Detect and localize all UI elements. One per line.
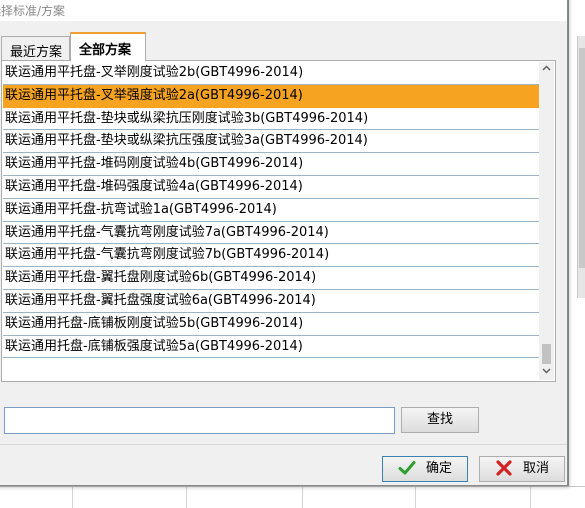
scheme-list-panel: 联运通用平托盘-叉举刚度试验2b(GBT4996-2014) 联运通用平托盘-叉举…	[1, 60, 556, 382]
tab-recent-schemes[interactable]: 最近方案	[1, 36, 70, 60]
scrollbar-thumb[interactable]	[542, 344, 551, 364]
list-item[interactable]: 联运通用平托盘-抗弯试验1a(GBT4996-2014)	[3, 199, 541, 222]
list-item[interactable]: 联运通用平托盘-堆码刚度试验4b(GBT4996-2014)	[3, 153, 541, 176]
list-item[interactable]: 联运通用平托盘-气囊抗弯刚度试验7a(GBT4996-2014)	[3, 222, 541, 245]
background-grid	[0, 486, 585, 508]
tab-all-schemes[interactable]: 全部方案	[70, 32, 146, 61]
list-item[interactable]: 联运通用平托盘-翼托盘刚度试验6b(GBT4996-2014)	[3, 267, 541, 290]
select-scheme-dialog: 选择标准/方案 最近方案 全部方案 联运通用平托盘-叉举刚度试验2b(GBT49…	[0, 0, 568, 486]
list-item[interactable]: 联运通用平托盘-翼托盘强度试验6a(GBT4996-2014)	[3, 290, 541, 313]
dialog-title: 选择标准/方案	[0, 4, 66, 18]
list-item[interactable]: 联运通用托盘-底铺板刚度试验5b(GBT4996-2014)	[3, 313, 541, 336]
scheme-list[interactable]: 联运通用平托盘-叉举刚度试验2b(GBT4996-2014) 联运通用平托盘-叉举…	[3, 62, 541, 380]
background-scrollbar-thumb	[579, 48, 585, 268]
background-window	[568, 0, 585, 507]
x-icon	[495, 459, 513, 477]
list-scrollbar[interactable]	[539, 62, 554, 380]
scroll-up-arrow-icon[interactable]	[539, 62, 554, 77]
check-icon	[398, 459, 416, 477]
list-item[interactable]: 联运通用平托盘-堆码强度试验4a(GBT4996-2014)	[3, 176, 541, 199]
list-item[interactable]: 联运通用托盘-底铺板强度试验5a(GBT4996-2014)	[3, 336, 541, 359]
list-item[interactable]: 联运通用平托盘-叉举刚度试验2b(GBT4996-2014)	[3, 62, 541, 85]
list-item[interactable]: 联运通用平托盘-气囊抗弯刚度试验7b(GBT4996-2014)	[3, 244, 541, 268]
find-button[interactable]: 查找	[401, 407, 479, 433]
button-divider	[0, 444, 567, 445]
scroll-down-arrow-icon[interactable]	[539, 365, 554, 380]
cancel-button[interactable]: 取消	[479, 456, 565, 482]
ok-button[interactable]: 确定	[382, 456, 468, 482]
list-item[interactable]: 联运通用平托盘-叉举强度试验2a(GBT4996-2014)	[3, 84, 541, 108]
list-item[interactable]: 联运通用平托盘-垫块或纵梁抗压强度试验3a(GBT4996-2014)	[3, 130, 541, 154]
list-item[interactable]: 联运通用平托盘-垫块或纵梁抗压刚度试验3b(GBT4996-2014)	[3, 108, 541, 131]
ok-button-label: 确定	[425, 461, 452, 476]
dialog-title-bar: 选择标准/方案	[0, 0, 567, 21]
search-input[interactable]	[4, 407, 395, 434]
background-scrollbar	[577, 36, 585, 298]
cancel-button-label: 取消	[522, 461, 549, 476]
